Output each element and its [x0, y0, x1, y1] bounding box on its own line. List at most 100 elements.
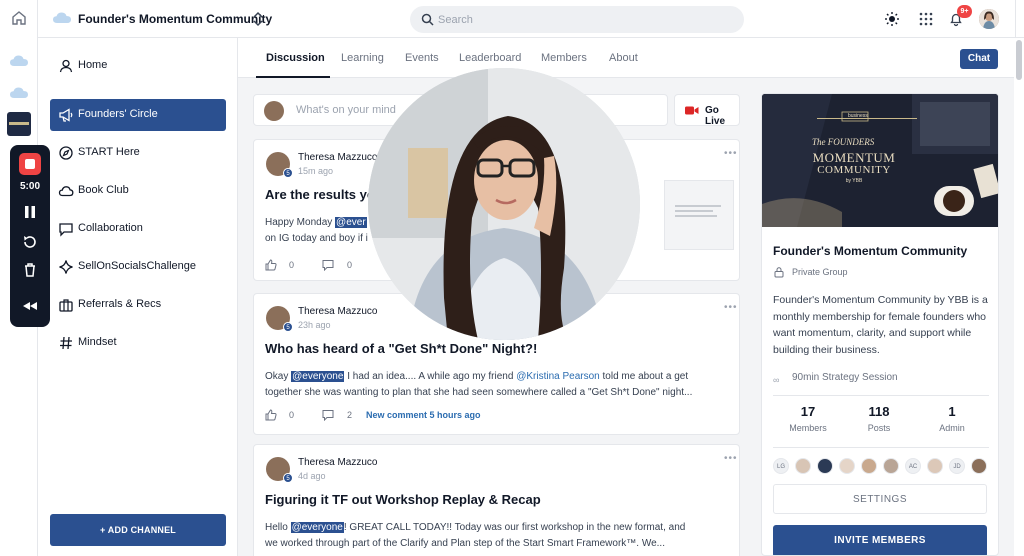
member-avatar[interactable]	[927, 458, 943, 474]
member-avatar[interactable]	[839, 458, 855, 474]
community-name[interactable]: Founder's Momentum Community	[78, 12, 272, 26]
stat-value: 17	[800, 404, 816, 419]
tab-learning[interactable]: Learning	[341, 52, 384, 64]
post-title[interactable]: Are the results yo	[265, 187, 375, 202]
home-icon[interactable]	[11, 10, 27, 26]
cover-by: by YBB	[845, 178, 863, 184]
stat-label: Posts	[867, 423, 891, 433]
sidebar-item-referrals-recs[interactable]: Referrals & Recs	[50, 289, 226, 321]
sidebar-item-book-club[interactable]: Book Club	[50, 175, 226, 207]
tab-events[interactable]: Events	[405, 52, 439, 64]
post-text: ! GREAT CALL TODAY!! Today was our first…	[343, 522, 686, 533]
theme-sun-icon[interactable]	[884, 11, 900, 27]
tab-discussion[interactable]: Discussion	[266, 52, 325, 64]
screen-recorder-widget: 5:00	[10, 145, 50, 327]
post-menu-icon[interactable]: •••	[724, 302, 738, 313]
post-menu-icon[interactable]: •••	[724, 453, 738, 464]
trash-icon[interactable]	[21, 261, 39, 279]
page-scrollbar[interactable]	[1014, 38, 1024, 556]
post-title[interactable]: Who has heard of a "Get Sh*t Done" Night…	[265, 341, 537, 356]
mention-user-link[interactable]: @Kristina Pearson	[516, 371, 600, 382]
member-avatar[interactable]	[817, 458, 833, 474]
community-title: Founder's Momentum Community	[773, 244, 968, 258]
member-avatar[interactable]: AC	[905, 458, 921, 474]
comment-icon[interactable]	[322, 259, 334, 271]
post-time: 15m ago	[298, 166, 334, 176]
stat-admin[interactable]: 1 Admin	[922, 404, 982, 433]
collapse-rewind-icon[interactable]	[21, 297, 39, 315]
add-channel-button[interactable]: + ADD CHANNEL	[50, 514, 226, 546]
post-attachment-thumbnail[interactable]	[664, 180, 734, 250]
search-input[interactable]	[438, 11, 728, 28]
lock-icon	[774, 267, 784, 278]
window-scroll-arrow-icon	[1015, 0, 1016, 38]
member-avatar[interactable]: LG	[773, 458, 789, 474]
go-live-button[interactable]: Go Live	[674, 94, 740, 127]
sidebar-item-mindset[interactable]: Mindset	[50, 327, 226, 359]
session-offer[interactable]: 90min Strategy Session	[792, 372, 898, 383]
comment-count: 2	[347, 410, 353, 420]
post-text: Happy Monday	[265, 217, 336, 228]
apps-grid-icon[interactable]	[918, 11, 934, 27]
mention-everyone[interactable]: @everyone	[290, 522, 344, 533]
community-cloud-icon[interactable]	[9, 54, 29, 68]
community-thumbnail[interactable]	[7, 112, 31, 136]
like-thumb-icon[interactable]	[265, 409, 277, 421]
composer-placeholder: What's on your mind	[296, 104, 396, 116]
new-comment-link[interactable]: New comment 5 hours ago	[366, 410, 481, 420]
post-text: Hello	[265, 522, 291, 533]
sidebar-item-label: START Here	[78, 146, 140, 158]
recording-timer: 5:00	[19, 181, 40, 192]
restart-icon[interactable]	[21, 233, 39, 251]
settings-button[interactable]: SETTINGS	[773, 484, 987, 514]
sidebar-item-start-here[interactable]: START Here	[50, 137, 226, 169]
stat-label: Admin	[939, 423, 965, 433]
sidebar-item-collaboration[interactable]: Collaboration	[50, 213, 226, 245]
mention-everyone[interactable]: @everyone	[291, 371, 345, 382]
community-description: Founder's Momentum Community by YBB is a…	[773, 294, 988, 356]
sidebar-item-home[interactable]: Home	[50, 50, 226, 82]
community-cloud-icon-2[interactable]	[9, 86, 29, 100]
comment-icon[interactable]	[322, 409, 334, 421]
post-title[interactable]: Figuring it TF out Workshop Replay & Rec…	[265, 492, 541, 507]
community-cover-image: business The FOUNDERS MOMENTUM COMMUNITY…	[762, 94, 998, 227]
user-avatar[interactable]	[979, 9, 999, 29]
post-card[interactable]: 5 Theresa Mazzuco 4d ago ••• Figuring it…	[253, 444, 740, 556]
pause-icon[interactable]	[21, 203, 39, 221]
divider	[773, 395, 989, 396]
community-about-card: business The FOUNDERS MOMENTUM COMMUNITY…	[761, 93, 999, 556]
megaphone-icon	[59, 108, 73, 122]
tab-leaderboard[interactable]: Leaderboard	[459, 52, 521, 64]
hash-icon	[60, 336, 72, 350]
member-avatar[interactable]: JD	[949, 458, 965, 474]
post-menu-icon[interactable]: •••	[724, 148, 738, 159]
post-text: together she was wanting to plan that sh…	[265, 387, 693, 398]
member-avatar[interactable]	[883, 458, 899, 474]
person-icon	[59, 59, 73, 73]
stat-members[interactable]: 17 Members	[778, 404, 838, 433]
chevron-up-down-icon[interactable]	[252, 11, 264, 27]
tab-about[interactable]: About	[609, 52, 638, 64]
post-author[interactable]: Theresa Mazzuco	[298, 457, 377, 468]
cover-tag: business	[848, 113, 868, 119]
stat-posts[interactable]: 118 Posts	[849, 404, 909, 433]
mention-everyone[interactable]: @ever	[335, 217, 367, 228]
member-avatar[interactable]	[795, 458, 811, 474]
post-author[interactable]: Theresa Mazzuco	[298, 152, 377, 163]
webcam-video-overlay[interactable]	[368, 68, 640, 340]
sidebar-item-founders-circle[interactable]: Founders' Circle	[50, 99, 226, 131]
active-tab-indicator	[256, 76, 330, 78]
sidebar-item-sellonsocialschallenge[interactable]: SellOnSocialsChallenge	[50, 251, 226, 283]
sidebar-item-label: Home	[78, 59, 108, 71]
member-avatar[interactable]	[861, 458, 877, 474]
search-bar[interactable]	[410, 6, 744, 33]
briefcase-icon	[59, 299, 73, 312]
like-count: 0	[289, 260, 295, 270]
member-avatar[interactable]	[971, 458, 987, 474]
stop-recording-button[interactable]	[19, 153, 41, 175]
like-thumb-icon[interactable]	[265, 259, 277, 271]
tab-members[interactable]: Members	[541, 52, 587, 64]
chat-button[interactable]: Chat	[960, 49, 998, 69]
invite-members-button[interactable]: INVITE MEMBERS	[773, 525, 987, 555]
post-author[interactable]: Theresa Mazzuco	[298, 306, 377, 317]
